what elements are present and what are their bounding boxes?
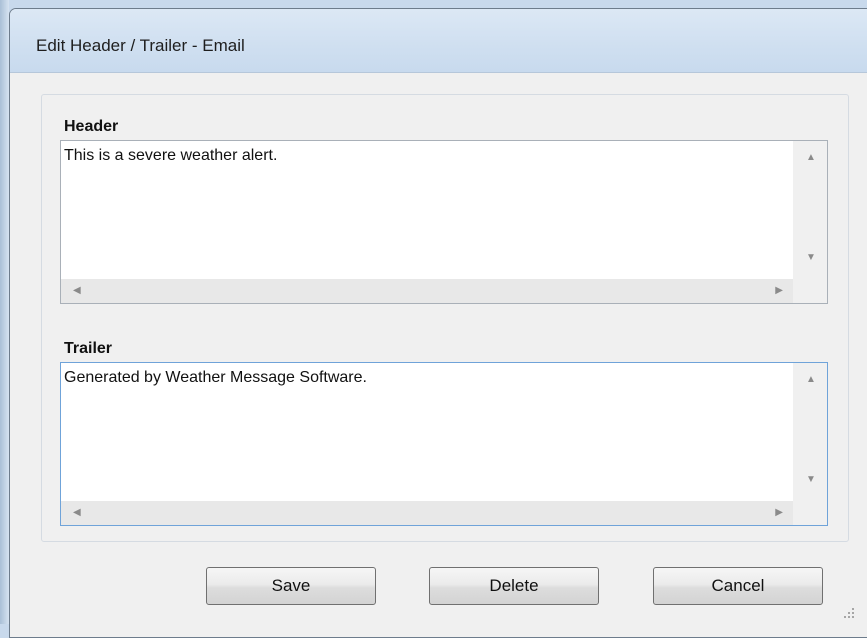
header-label: Header: [64, 118, 119, 135]
delete-button[interactable]: Delete: [429, 567, 599, 605]
cancel-button[interactable]: Cancel: [653, 567, 823, 605]
trailer-label: Trailer: [64, 340, 113, 357]
scroll-up-arrow-icon[interactable]: ▲: [806, 153, 816, 163]
header-text: This is a severe weather alert.: [64, 147, 278, 164]
scroll-left-arrow-icon[interactable]: ◀: [73, 508, 81, 518]
scroll-left-arrow-icon[interactable]: ◀: [73, 286, 81, 296]
header-textbox[interactable]: This is a severe weather alert. ▲ ▼ ◀ ▶: [60, 140, 828, 304]
scroll-up-arrow-icon[interactable]: ▲: [806, 375, 816, 385]
trailer-textbox[interactable]: Generated by Weather Message Software. ▲…: [60, 362, 828, 526]
scrollbar-corner: [793, 279, 827, 303]
scroll-right-arrow-icon[interactable]: ▶: [775, 508, 783, 518]
scrollbar-corner: [793, 501, 827, 525]
dialog-window: Edit Header / Trailer - Email Header Thi…: [9, 8, 867, 638]
resize-grip-icon[interactable]: [843, 607, 855, 619]
trailer-text: Generated by Weather Message Software.: [64, 369, 367, 386]
scroll-down-arrow-icon[interactable]: ▼: [806, 253, 816, 263]
window-title: Edit Header / Trailer - Email: [36, 36, 245, 55]
header-horizontal-scrollbar[interactable]: ◀ ▶: [61, 279, 793, 303]
title-bar[interactable]: Edit Header / Trailer - Email: [10, 9, 867, 73]
scroll-right-arrow-icon[interactable]: ▶: [775, 286, 783, 296]
save-button[interactable]: Save: [206, 567, 376, 605]
desktop-background: [0, 0, 9, 624]
scroll-down-arrow-icon[interactable]: ▼: [806, 475, 816, 485]
trailer-horizontal-scrollbar[interactable]: ◀ ▶: [61, 501, 793, 525]
